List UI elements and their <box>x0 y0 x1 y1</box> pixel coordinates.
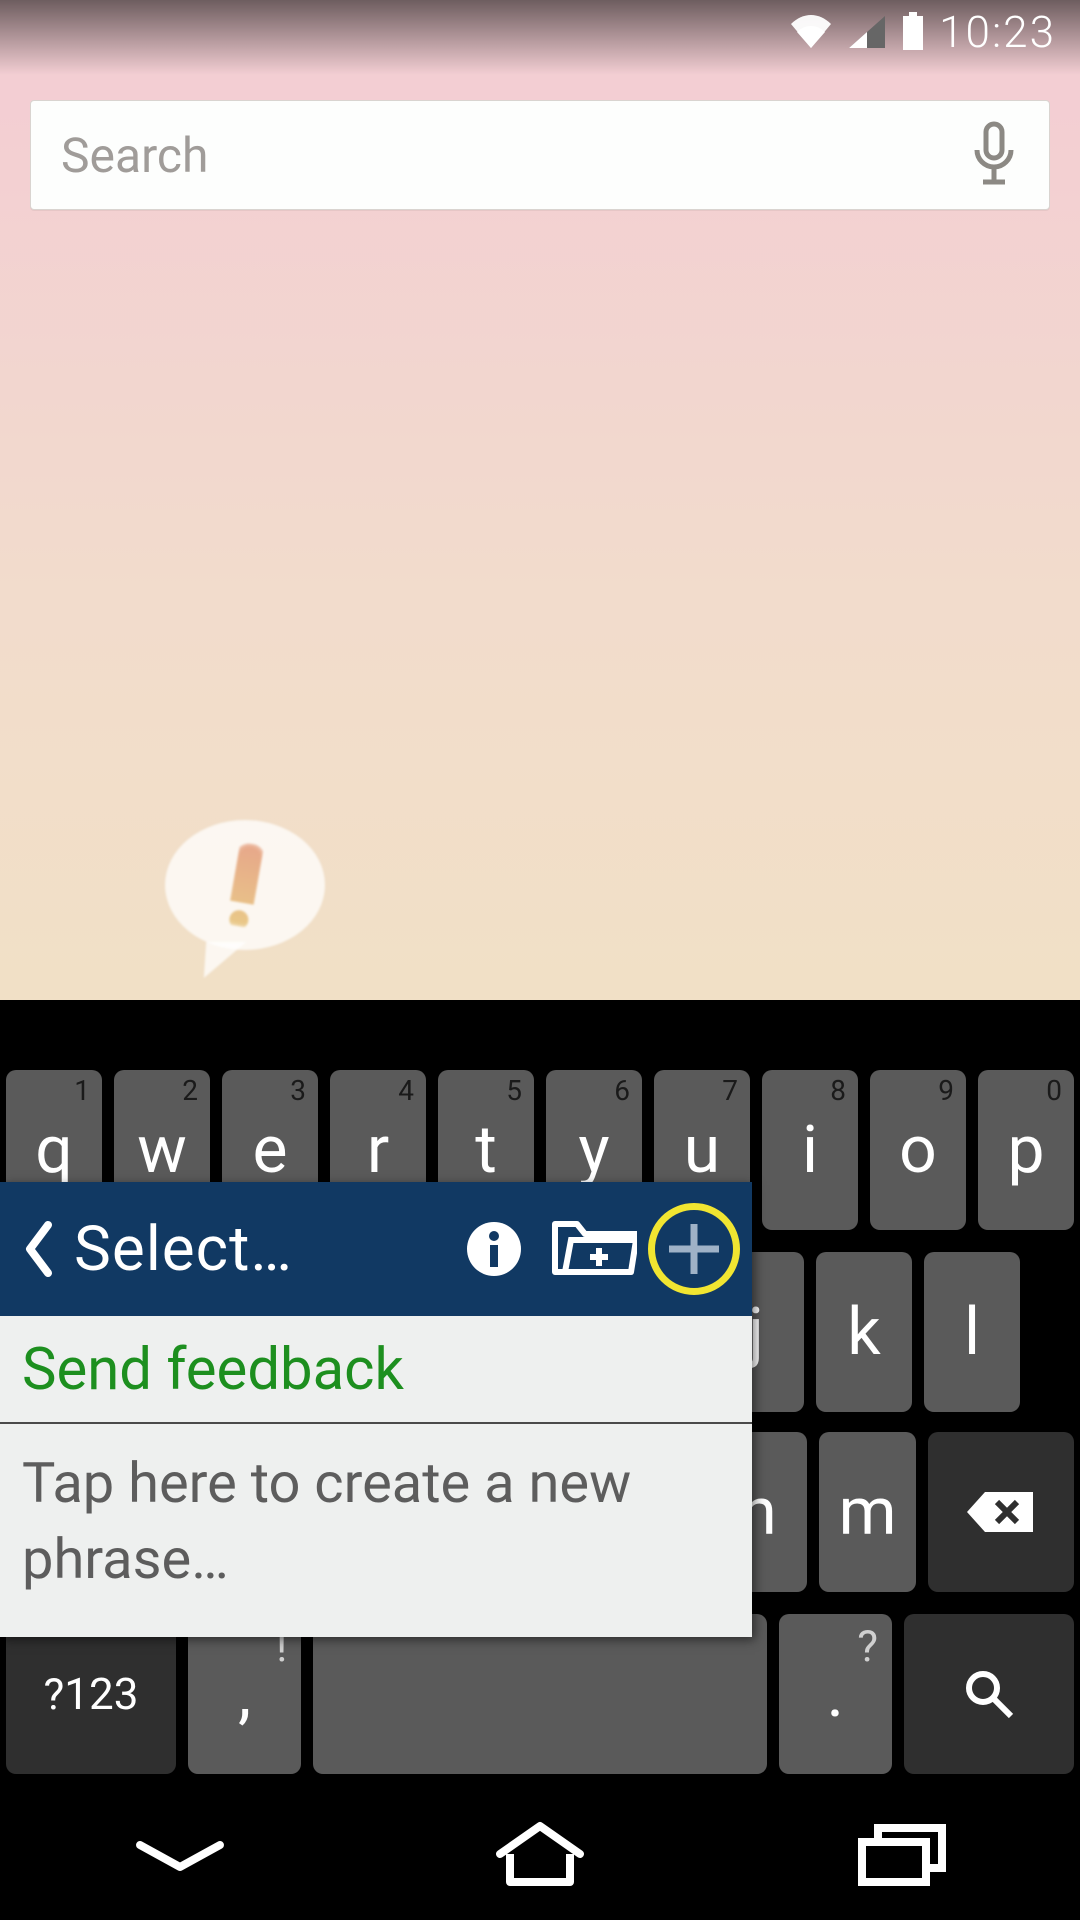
key-l[interactable]: l <box>924 1252 1020 1412</box>
key-p[interactable]: p0 <box>978 1070 1074 1230</box>
status-bar: 10:23 <box>0 0 1080 64</box>
cell-signal-icon <box>847 14 887 50</box>
status-time: 10:23 <box>939 6 1056 58</box>
phrase-panel: Select… Send feedback Tap here to create… <box>0 1182 752 1637</box>
wifi-icon <box>789 14 833 50</box>
key-m[interactable]: m <box>819 1432 916 1592</box>
search-bar[interactable]: Search <box>30 100 1050 210</box>
comma-key[interactable]: ,! <box>188 1614 301 1774</box>
create-phrase-item[interactable]: Tap here to create a new phrase… <box>0 1424 752 1637</box>
panel-title: Select… <box>74 1213 293 1286</box>
backspace-key[interactable] <box>928 1432 1074 1592</box>
microphone-icon[interactable] <box>969 120 1019 190</box>
nav-hide-keyboard[interactable] <box>110 1815 250 1895</box>
key-i[interactable]: i8 <box>762 1070 858 1230</box>
battery-icon <box>901 12 925 52</box>
add-phrase-button[interactable] <box>648 1203 740 1295</box>
nav-bar <box>0 1790 1080 1920</box>
key-o[interactable]: o9 <box>870 1070 966 1230</box>
exclamation-icon <box>223 841 267 929</box>
key-k[interactable]: k <box>816 1252 912 1412</box>
send-feedback-item[interactable]: Send feedback <box>0 1316 752 1424</box>
space-key[interactable] <box>313 1614 766 1774</box>
period-key[interactable]: .? <box>779 1614 892 1774</box>
nav-recent[interactable] <box>830 1815 970 1895</box>
panel-header: Select… <box>0 1182 752 1316</box>
search-key[interactable] <box>904 1614 1074 1774</box>
info-icon[interactable] <box>448 1203 540 1295</box>
search-placeholder: Search <box>61 127 969 184</box>
highlight-circle <box>648 1203 740 1295</box>
symbols-key[interactable]: ?123 <box>6 1614 176 1774</box>
nav-home[interactable] <box>470 1815 610 1895</box>
speech-bubble-icon <box>165 820 325 950</box>
panel-back-button[interactable] <box>12 1214 66 1284</box>
folder-add-icon[interactable] <box>548 1203 640 1295</box>
